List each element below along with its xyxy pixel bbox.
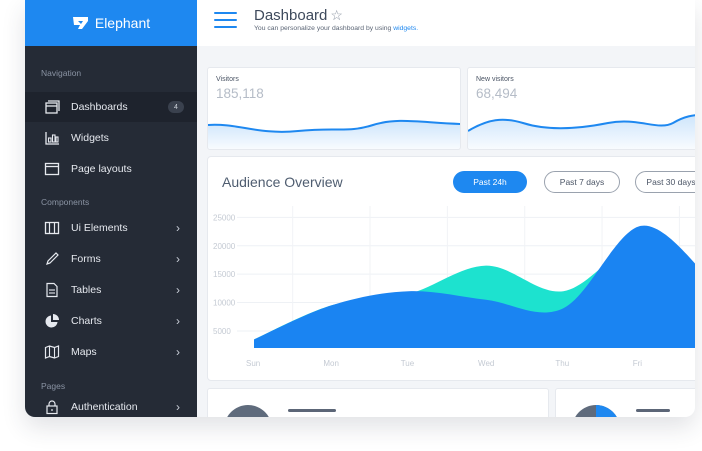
audience-area-chart: 25000 20000 15000 10000 5000 Sun Mon Tue Wed Thu F… xyxy=(213,206,695,368)
widgets-link[interactable]: widgets. xyxy=(393,25,418,32)
x-tick-label: Sun xyxy=(246,359,260,368)
pie-chart-icon xyxy=(44,313,60,329)
y-tick-label: 20000 xyxy=(213,242,236,251)
bottom-card-left xyxy=(207,388,549,417)
sidebar-item-widgets[interactable]: Widgets xyxy=(25,123,197,153)
stat-value: 68,494 xyxy=(476,86,518,101)
section-pages: Pages xyxy=(41,381,66,391)
x-tick-label: Thu xyxy=(555,359,569,368)
sidebar-item-page-layouts[interactable]: Page layouts xyxy=(25,154,197,184)
bottom-card-right xyxy=(555,388,695,417)
donut-chart-icon xyxy=(575,405,617,417)
partial-value xyxy=(636,409,670,412)
sidebar-item-tables[interactable]: Tables › xyxy=(25,275,197,305)
chevron-right-icon: › xyxy=(176,345,180,359)
topbar: Dashboard ☆ You can personalize your dash… xyxy=(197,0,695,46)
main-content: Dashboard ☆ You can personalize your dash… xyxy=(197,0,695,417)
sidebar-item-label: Authentication xyxy=(71,401,138,413)
menu-icon[interactable] xyxy=(214,12,237,30)
page-subtitle: You can personalize your dashboard by us… xyxy=(254,25,419,32)
filter-past-7-days[interactable]: Past 7 days xyxy=(544,171,620,193)
chevron-right-icon: › xyxy=(176,400,180,414)
sidebar-item-charts[interactable]: Charts › xyxy=(25,306,197,336)
x-tick-label: Tue xyxy=(401,359,415,368)
x-tick-label: Wed xyxy=(478,359,494,368)
filter-past-30-days[interactable]: Past 30 days xyxy=(635,171,695,193)
star-icon[interactable]: ☆ xyxy=(330,7,343,23)
gauge-icon xyxy=(227,405,269,417)
audience-title: Audience Overview xyxy=(222,174,343,190)
stat-value: 185,118 xyxy=(216,86,264,101)
y-tick-label: 10000 xyxy=(213,299,236,308)
filter-past-24h[interactable]: Past 24h xyxy=(453,171,527,193)
sidebar-item-ui-elements[interactable]: Ui Elements › xyxy=(25,213,197,243)
map-icon xyxy=(44,344,60,360)
chevron-right-icon: › xyxy=(176,252,180,266)
lock-icon xyxy=(44,399,60,415)
dashboards-count-badge: 4 xyxy=(168,101,184,113)
ui-elements-icon xyxy=(44,220,60,236)
chevron-right-icon: › xyxy=(176,221,180,235)
sidebar-item-maps[interactable]: Maps › xyxy=(25,337,197,367)
stat-label: Visitors xyxy=(216,76,239,83)
sidebar-item-label: Forms xyxy=(71,253,101,265)
sidebar-item-label: Ui Elements xyxy=(71,222,128,234)
sidebar-item-label: Tables xyxy=(71,284,102,296)
new-visitors-sparkline xyxy=(468,114,695,149)
sidebar-item-forms[interactable]: Forms › xyxy=(25,244,197,274)
brand[interactable]: Elephant xyxy=(25,0,197,46)
pencil-icon xyxy=(44,251,60,267)
app-window: Elephant Navigation Dashboards 4 Widgets… xyxy=(25,0,695,417)
document-icon xyxy=(44,282,60,298)
sidebar-item-label: Maps xyxy=(71,346,97,358)
sidebar-item-label: Dashboards xyxy=(71,101,128,113)
y-tick-label: 25000 xyxy=(213,213,236,222)
y-tick-label: 15000 xyxy=(213,270,236,279)
sidebar: Elephant Navigation Dashboards 4 Widgets… xyxy=(25,0,197,417)
sidebar-item-label: Page layouts xyxy=(71,163,132,175)
sidebar-item-label: Widgets xyxy=(71,132,109,144)
x-tick-label: Mon xyxy=(323,359,339,368)
x-tick-label: Fri xyxy=(633,359,643,368)
elephant-logo-icon xyxy=(72,17,88,29)
sidebar-item-label: Charts xyxy=(71,315,102,327)
dashboard-icon xyxy=(44,99,60,115)
chevron-right-icon: › xyxy=(176,283,180,297)
brand-name: Elephant xyxy=(94,15,151,31)
layout-icon xyxy=(44,161,60,177)
partial-value xyxy=(288,409,336,412)
sidebar-item-authentication[interactable]: Authentication › xyxy=(25,392,197,417)
new-visitors-card: New visitors 68,494 xyxy=(467,67,695,150)
visitors-card: Visitors 185,118 xyxy=(207,67,461,150)
section-navigation: Navigation xyxy=(41,68,82,78)
section-components: Components xyxy=(41,197,90,207)
visitors-sparkline xyxy=(208,119,460,149)
chevron-right-icon: › xyxy=(176,314,180,328)
stat-label: New visitors xyxy=(476,76,514,83)
page-title: Dashboard ☆ xyxy=(254,7,343,24)
widgets-icon xyxy=(44,130,60,146)
y-tick-label: 5000 xyxy=(213,327,231,336)
sidebar-item-dashboards[interactable]: Dashboards 4 xyxy=(25,92,197,122)
